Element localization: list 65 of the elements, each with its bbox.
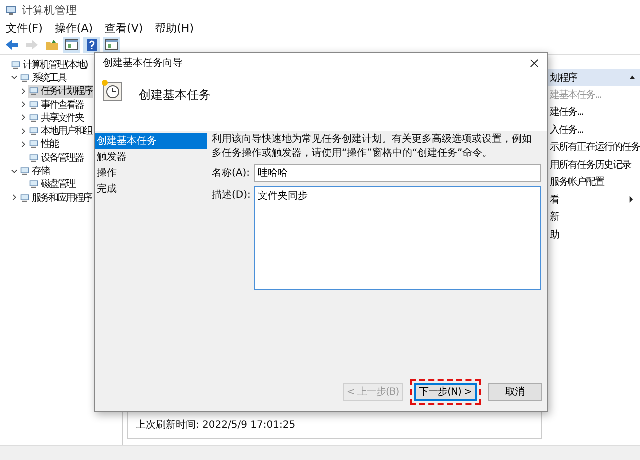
app-icon (5, 4, 17, 16)
intro-text: 利用该向导快速地为常见任务创建计划。有关更多高级选项或设置，例如多任务操作或触发器，请使用“操作”窗格中的“创建任务”命令。 (212, 133, 533, 161)
clock-icon (101, 79, 125, 103)
monitor-icon (11, 60, 21, 70)
monitor-icon (20, 72, 30, 83)
menu-item[interactable]: 查看(V) (105, 20, 144, 36)
action-link[interactable]: 用所有任务历史记录 (550, 158, 631, 172)
tree-item[interactable]: 服务和应用程序 (19, 191, 92, 204)
field-label: 名称(A): (212, 167, 252, 180)
monitor-icon (29, 152, 39, 163)
monitor-icon (29, 126, 39, 136)
tree-item[interactable]: 存储 (19, 164, 50, 178)
chevron-icon[interactable] (20, 114, 27, 122)
wizard-step[interactable]: 创建基本任务 (95, 133, 207, 149)
action-link[interactable]: 入任务... (550, 122, 584, 137)
menu-item[interactable]: 操作(A) (54, 20, 94, 36)
action-link[interactable]: 服务帐户配置 (550, 175, 604, 190)
monitor-icon (29, 139, 39, 150)
wizard-button[interactable]: 取消 (488, 383, 542, 401)
tree-item[interactable]: 设备管理器 (28, 151, 84, 164)
tree-item[interactable]: 共享文件夹 (28, 111, 84, 124)
action-link[interactable]: 新 (550, 210, 559, 224)
chevron-icon[interactable] (20, 140, 27, 148)
chevron-icon[interactable] (20, 128, 27, 135)
monitor-icon (29, 100, 39, 110)
close-icon[interactable] (530, 58, 539, 68)
monitor-icon (20, 192, 30, 203)
collapse-caret-icon[interactable] (629, 74, 636, 81)
monitor-icon (29, 86, 39, 96)
name-field[interactable]: 哇哈哈 (254, 164, 541, 182)
description-field[interactable]: 文件夹同步 (254, 186, 541, 290)
field-label: 描述(D): (212, 188, 252, 202)
wizard-button[interactable]: 下一步(N) > (414, 383, 477, 401)
chevron-icon[interactable] (11, 194, 18, 202)
action-link[interactable]: 示所有正在运行的任务 (550, 140, 640, 154)
action-link[interactable]: 建任务... (550, 105, 584, 120)
dialog-title: 创建基本任务向导 (103, 56, 183, 70)
tree-item[interactable]: 事件查看器 (28, 98, 84, 112)
window-title: 计算机管理 (22, 2, 77, 18)
tree-item[interactable]: 任务计划程序 (28, 84, 93, 98)
wizard-step[interactable]: 触发器 (95, 149, 207, 165)
dialog-heading: 创建基本任务 (139, 87, 211, 104)
monitor-icon (20, 166, 30, 176)
wizard-step[interactable]: 操作 (95, 165, 207, 181)
chevron-icon[interactable] (11, 168, 18, 175)
tree-item[interactable]: 本地用户和组 (28, 124, 93, 138)
monitor-icon (29, 112, 39, 123)
menu-item[interactable]: 文件(F) (6, 20, 43, 36)
chevron-icon[interactable] (20, 101, 27, 108)
action-link[interactable]: 助 (550, 228, 559, 242)
wizard-step[interactable]: 完成 (95, 181, 207, 197)
tree-item[interactable]: 磁盘管理 (28, 178, 76, 191)
chevron-icon[interactable] (11, 74, 18, 82)
help-icon[interactable] (83, 37, 100, 53)
monitor-icon (29, 179, 39, 190)
actions-header[interactable]: 划程序 (546, 69, 640, 86)
action-link[interactable]: 看 (550, 192, 559, 207)
chevron-icon[interactable] (20, 88, 27, 95)
pane-icon[interactable] (63, 37, 80, 53)
pane-icon[interactable] (103, 37, 120, 53)
tree-item[interactable]: 系统工具 (19, 71, 67, 84)
menu-item[interactable]: 帮助(H) (155, 20, 194, 36)
refresh-time-text: 上次刷新时间: 2022/5/9 17:01:25 (136, 418, 297, 432)
tree-item[interactable]: 计算机管理(本地) (10, 58, 88, 72)
tree-item[interactable]: 性能 (28, 138, 59, 151)
